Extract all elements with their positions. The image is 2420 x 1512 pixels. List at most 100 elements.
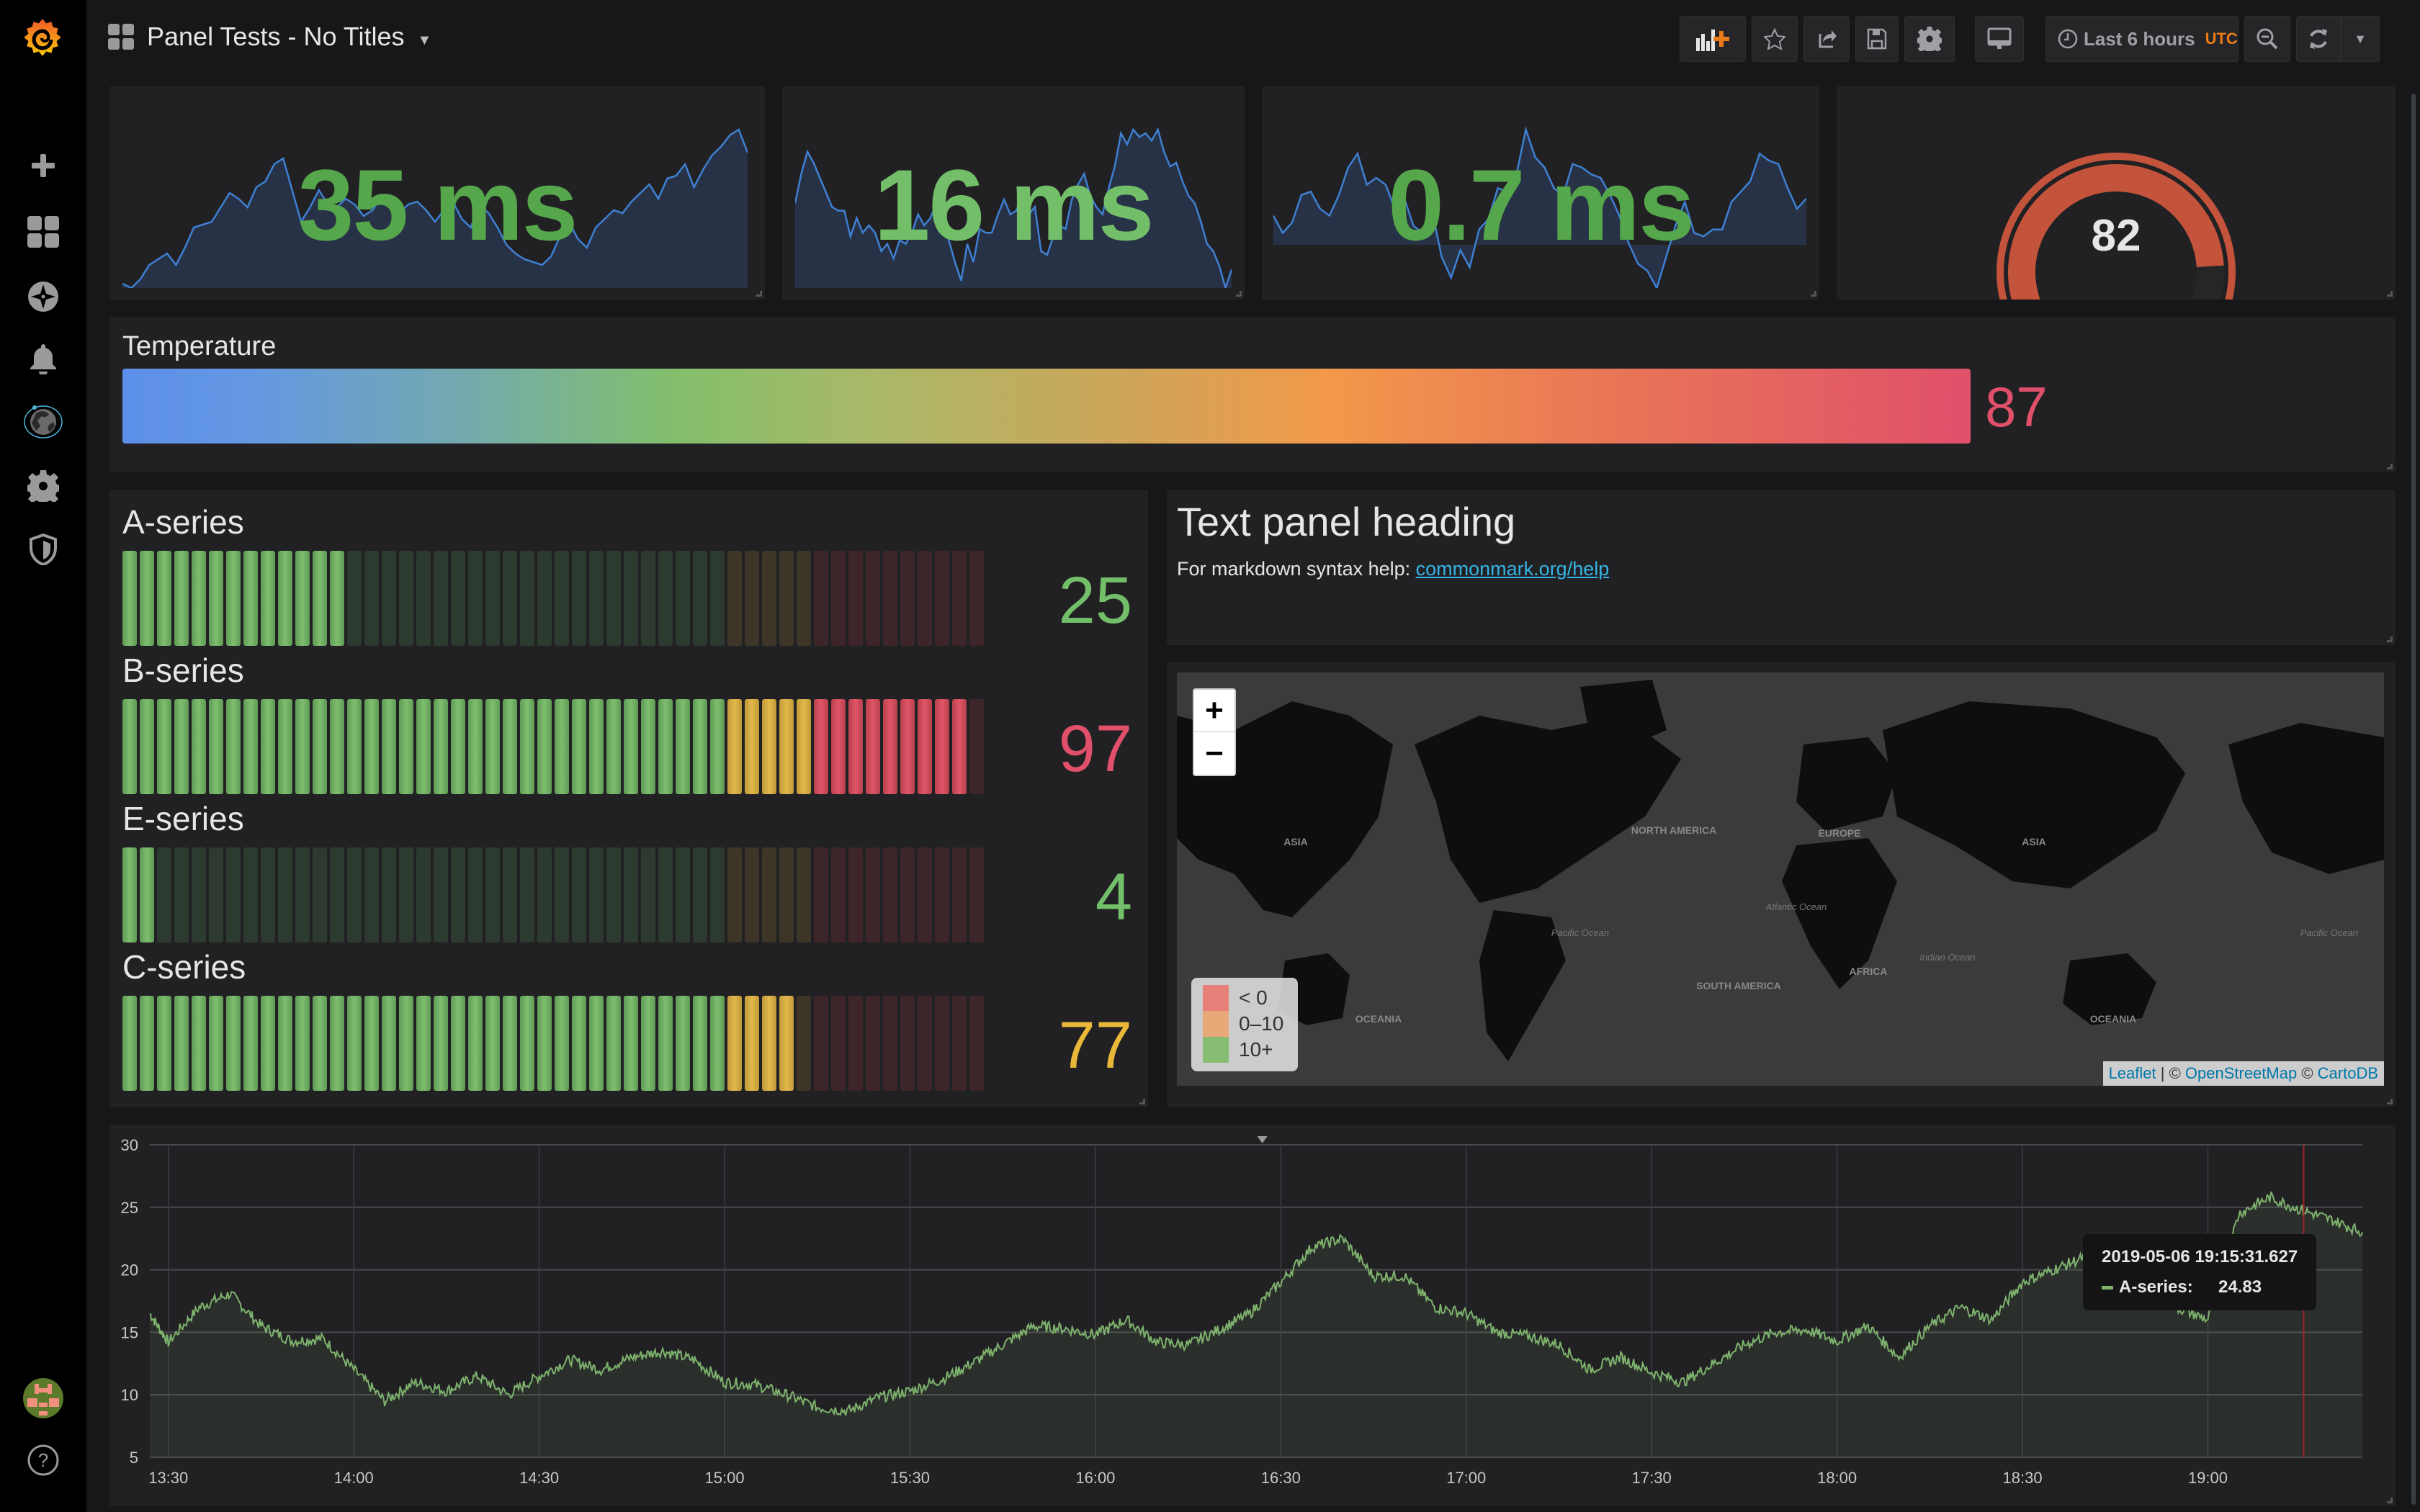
lcd-cell bbox=[814, 847, 828, 942]
gauge-panel[interactable]: 82 bbox=[1837, 86, 2396, 357]
lcd-cell bbox=[468, 996, 483, 1091]
dashboard-picker[interactable]: Panel Tests - No Titles ▼ bbox=[108, 22, 431, 52]
text-panel-body: For markdown syntax help: commonmark.org… bbox=[1177, 558, 1609, 580]
world-map[interactable]: ASIA NORTH AMERICA EUROPE AFRICA SOUTH A… bbox=[1177, 672, 2384, 1086]
time-series-graph[interactable]: 30 25 20 15 10 5 13:30 14:00 14:30 15:00 15:30 16:0… bbox=[109, 1125, 2396, 1506]
lcd-cell bbox=[969, 699, 984, 794]
save-button[interactable] bbox=[1855, 16, 1899, 62]
lcd-cell bbox=[399, 699, 413, 794]
lcd-cell bbox=[278, 847, 292, 942]
avatar bbox=[23, 1378, 63, 1418]
share-button[interactable] bbox=[1803, 16, 1850, 62]
sidebar-item-server-admin[interactable] bbox=[22, 528, 65, 571]
resize-handle[interactable] bbox=[2387, 291, 2393, 297]
lcd-cell bbox=[676, 551, 690, 646]
openstreetmap-link[interactable]: OpenStreetMap bbox=[2185, 1064, 2297, 1082]
lcd-cell bbox=[641, 551, 655, 646]
map-zoom-in-button[interactable]: + bbox=[1194, 690, 1234, 732]
side-menu: ? bbox=[0, 0, 86, 1512]
lcd-cell bbox=[883, 847, 897, 942]
gear-icon bbox=[27, 470, 59, 502]
sidebar-item-dashboards[interactable] bbox=[22, 210, 65, 253]
lcd-cell bbox=[434, 699, 448, 794]
lcd-cell bbox=[676, 847, 690, 942]
resize-handle[interactable] bbox=[1236, 291, 1242, 297]
graph-panel[interactable]: 30 25 20 15 10 5 13:30 14:00 14:30 15:00 15:30 16:0… bbox=[109, 1125, 2396, 1506]
worldmap-panel[interactable]: ASIA NORTH AMERICA EUROPE AFRICA SOUTH A… bbox=[1167, 662, 2396, 1107]
lcd-cell bbox=[918, 996, 932, 1091]
lcd-cell bbox=[140, 551, 154, 646]
add-panel-button[interactable] bbox=[1680, 16, 1746, 62]
singlestat-panel-3[interactable]: 0.7 ms bbox=[1262, 86, 1819, 300]
star-button[interactable] bbox=[1752, 16, 1798, 62]
lcd-cell bbox=[209, 996, 223, 1091]
lcd-cell bbox=[122, 551, 137, 646]
lcd-cell bbox=[606, 847, 621, 942]
cartodb-link[interactable]: CartoDB bbox=[2318, 1064, 2378, 1082]
lcd-cell bbox=[555, 551, 569, 646]
page-scrollbar[interactable] bbox=[2411, 94, 2416, 1505]
sidebar-item-explore[interactable] bbox=[22, 275, 65, 318]
text-panel[interactable]: Text panel heading For markdown syntax h… bbox=[1167, 490, 2396, 645]
tv-mode-button[interactable] bbox=[1975, 16, 2024, 62]
grafana-logo[interactable] bbox=[19, 16, 66, 63]
zoom-out-button[interactable] bbox=[2244, 16, 2290, 62]
map-zoom-out-button[interactable]: − bbox=[1194, 732, 1234, 775]
lcd-cell bbox=[918, 699, 932, 794]
continent-asia-east bbox=[1883, 701, 2185, 888]
lcd-cell bbox=[485, 551, 500, 646]
lcd-cell bbox=[209, 699, 223, 794]
lcd-cell bbox=[261, 996, 275, 1091]
svg-text:?: ? bbox=[38, 1449, 48, 1471]
series-value: 4 bbox=[1095, 860, 1132, 934]
lcd-bargauge-panel[interactable]: A-series 25 B-series 97 E-series 4 C-series 77 bbox=[109, 490, 1148, 1107]
lcd-cell bbox=[848, 847, 863, 942]
time-picker-button[interactable]: Last 6 hours UTC bbox=[2045, 16, 2238, 62]
lcd-cell bbox=[641, 699, 655, 794]
lcd-cell bbox=[676, 699, 690, 794]
singlestat-value: 0.7 ms bbox=[1388, 148, 1695, 261]
lcd-cell bbox=[243, 996, 258, 1091]
lcd-cell bbox=[918, 847, 932, 942]
sidebar-item-alerting[interactable] bbox=[22, 337, 65, 380]
lcd-cell bbox=[797, 847, 811, 942]
resize-handle[interactable] bbox=[2387, 464, 2393, 469]
lcd-cell bbox=[555, 699, 569, 794]
refresh-button[interactable] bbox=[2296, 16, 2341, 62]
resize-handle[interactable] bbox=[756, 291, 762, 297]
lcd-cell bbox=[192, 996, 206, 1091]
legend-item: 10+ bbox=[1203, 1037, 1286, 1063]
lcd-cell bbox=[140, 996, 154, 1091]
singlestat-panel-2[interactable]: 16 ms bbox=[782, 86, 1245, 300]
lcd-cell bbox=[295, 996, 310, 1091]
settings-button[interactable] bbox=[1904, 16, 1955, 62]
gauge-value: 82 bbox=[2091, 211, 2141, 261]
lcd-cell bbox=[589, 996, 604, 1091]
refresh-interval-dropdown[interactable]: ▼ bbox=[2341, 16, 2380, 62]
sidebar-item-configuration[interactable] bbox=[22, 464, 65, 508]
lcd-cell bbox=[537, 996, 552, 1091]
lcd-cell bbox=[434, 847, 448, 942]
sidebar-item-plugins[interactable] bbox=[22, 400, 65, 444]
resize-handle[interactable] bbox=[1811, 291, 1816, 297]
leaflet-link[interactable]: Leaflet bbox=[2109, 1064, 2156, 1082]
sidebar-item-create[interactable] bbox=[22, 144, 65, 187]
resize-handle[interactable] bbox=[2387, 1498, 2393, 1503]
lcd-cell bbox=[451, 699, 465, 794]
lcd-cell bbox=[866, 996, 880, 1091]
dashboard-title: Panel Tests - No Titles bbox=[147, 22, 405, 51]
bargauge-panel[interactable]: Temperature 87 bbox=[109, 317, 2396, 472]
continent-north-america-east bbox=[2228, 723, 2384, 874]
lcd-cell bbox=[589, 699, 604, 794]
commonmark-link[interactable]: commonmark.org/help bbox=[1416, 558, 1610, 580]
resize-handle[interactable] bbox=[1139, 1099, 1145, 1104]
series-label: C-series bbox=[122, 948, 246, 986]
sidebar-item-help[interactable]: ? bbox=[22, 1439, 65, 1482]
sidebar-item-profile[interactable] bbox=[22, 1377, 65, 1420]
lcd-cell bbox=[313, 699, 327, 794]
lcd-cell bbox=[520, 551, 534, 646]
resize-handle[interactable] bbox=[2387, 1099, 2393, 1104]
text-panel-body-text: For markdown syntax help: bbox=[1177, 558, 1416, 580]
resize-handle[interactable] bbox=[2387, 636, 2393, 642]
singlestat-panel-1[interactable]: 35 ms bbox=[109, 86, 765, 300]
